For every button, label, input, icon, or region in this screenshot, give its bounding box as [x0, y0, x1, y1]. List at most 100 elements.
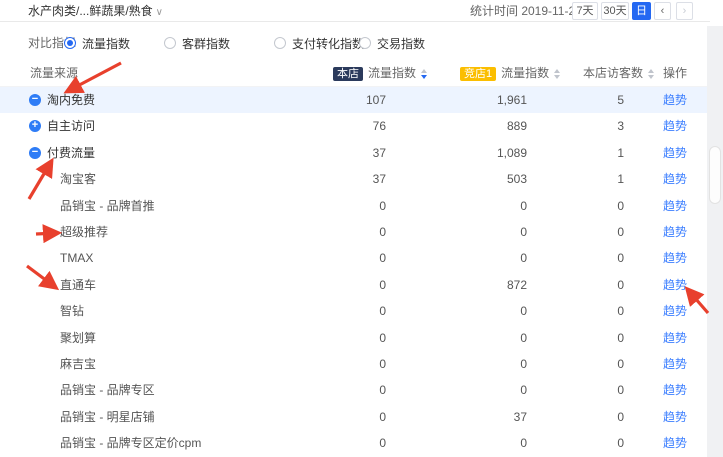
table-row[interactable]: − 付费流量 37 1,089 1 趋势 — [0, 140, 707, 166]
own-index-value: 0 — [379, 377, 386, 403]
trend-link[interactable]: 趋势 — [663, 245, 687, 271]
own-index-value: 0 — [379, 430, 386, 456]
trend-link[interactable]: 趋势 — [663, 219, 687, 245]
own-index-value: 0 — [379, 245, 386, 271]
own-index-value: 37 — [373, 166, 386, 192]
radio-icon[interactable] — [359, 37, 371, 49]
row-label: 付费流量 — [47, 140, 95, 166]
row-label: 智钻 — [60, 298, 84, 324]
row-label: 淘内免费 — [47, 87, 95, 113]
row-label: 直通车 — [60, 272, 96, 298]
collapse-icon[interactable]: − — [29, 94, 41, 106]
comp-index-value: 872 — [507, 272, 527, 298]
stat-time-label: 统计时间 2019-11-21 — [470, 0, 582, 22]
trend-link[interactable]: 趋势 — [663, 325, 687, 351]
radio-icon[interactable] — [274, 37, 286, 49]
table-row[interactable]: 品销宝 - 品牌专区定价cpm 0 0 0 趋势 — [0, 430, 707, 456]
table-row[interactable]: 品销宝 - 品牌专区 0 0 0 趋势 — [0, 377, 707, 403]
trend-link[interactable]: 趋势 — [663, 140, 687, 166]
radio-label: 交易指数 — [377, 35, 425, 52]
visitors-value: 0 — [617, 404, 624, 430]
own-index-value: 0 — [379, 325, 386, 351]
row-label: 品销宝 - 品牌专区定价cpm — [60, 430, 201, 456]
col-header-visitors: 本店访客数 — [583, 60, 654, 87]
visitors-value: 0 — [617, 351, 624, 377]
sort-comp-index[interactable] — [554, 69, 560, 79]
row-label: 品销宝 - 明星店铺 — [60, 404, 155, 430]
own-index-value: 0 — [379, 298, 386, 324]
visitors-value: 0 — [617, 245, 624, 271]
table-row[interactable]: 淘宝客 37 503 1 趋势 — [0, 166, 707, 192]
radio-pay-conversion-index[interactable]: 支付转化指数 — [274, 31, 364, 55]
sort-own-index[interactable] — [421, 69, 427, 79]
comp-index-value: 889 — [507, 113, 527, 139]
category-selector[interactable]: 水产肉类/...鲜蔬果/熟食∨ — [28, 0, 163, 22]
own-shop-badge: 本店 — [333, 67, 363, 81]
visitors-value: 0 — [617, 377, 624, 403]
col-header-label: 本店访客数 — [583, 60, 643, 87]
trend-link[interactable]: 趋势 — [663, 430, 687, 456]
comp-index-value: 0 — [520, 377, 527, 403]
prev-day-button[interactable]: ‹ — [654, 2, 671, 20]
collapse-icon[interactable]: − — [29, 147, 41, 159]
own-index-value: 0 — [379, 219, 386, 245]
row-label: 品销宝 - 品牌首推 — [60, 193, 155, 219]
table-row[interactable]: 超级推荐 0 0 0 趋势 — [0, 219, 707, 245]
row-label: TMAX — [60, 245, 93, 271]
comp-index-value: 0 — [520, 430, 527, 456]
vertical-scrollbar-thumb[interactable] — [709, 146, 721, 204]
trend-link[interactable]: 趋势 — [663, 87, 687, 113]
radio-trade-index[interactable]: 交易指数 — [359, 31, 425, 55]
comp-index-value: 0 — [520, 325, 527, 351]
row-label: 聚划算 — [60, 325, 96, 351]
trend-link[interactable]: 趋势 — [663, 404, 687, 430]
radio-traffic-index[interactable]: 流量指数 — [64, 31, 130, 55]
range-30d-button[interactable]: 30天 — [601, 2, 629, 20]
radio-icon[interactable] — [64, 37, 76, 49]
radio-label: 客群指数 — [182, 35, 230, 52]
table-row[interactable]: 麻吉宝 0 0 0 趋势 — [0, 351, 707, 377]
visitors-value: 0 — [617, 298, 624, 324]
table-row[interactable]: 直通车 0 872 0 趋势 — [0, 272, 707, 298]
range-day-button[interactable]: 日 — [632, 2, 651, 20]
comp-index-value: 0 — [520, 193, 527, 219]
expand-icon[interactable]: + — [29, 120, 41, 132]
trend-link[interactable]: 趋势 — [663, 166, 687, 192]
comp-index-value: 503 — [507, 166, 527, 192]
comp-index-value: 0 — [520, 219, 527, 245]
table-row[interactable]: 品销宝 - 明星店铺 0 37 0 趋势 — [0, 404, 707, 430]
trend-link[interactable]: 趋势 — [663, 113, 687, 139]
next-day-button[interactable]: › — [676, 2, 693, 20]
table-row[interactable]: + 自主访问 76 889 3 趋势 — [0, 113, 707, 139]
trend-link[interactable]: 趋势 — [663, 272, 687, 298]
table-row[interactable]: 聚划算 0 0 0 趋势 — [0, 325, 707, 351]
trend-link[interactable]: 趋势 — [663, 351, 687, 377]
visitors-value: 5 — [617, 87, 624, 113]
trend-link[interactable]: 趋势 — [663, 193, 687, 219]
visitors-value: 3 — [617, 113, 624, 139]
table-row[interactable]: 智钻 0 0 0 趋势 — [0, 298, 707, 324]
table-row[interactable]: 品销宝 - 品牌首推 0 0 0 趋势 — [0, 193, 707, 219]
table-row[interactable]: TMAX 0 0 0 趋势 — [0, 245, 707, 271]
trend-link[interactable]: 趋势 — [663, 298, 687, 324]
range-7d-button[interactable]: 7天 — [572, 2, 598, 20]
row-label: 淘宝客 — [60, 166, 96, 192]
breadcrumb: 水产肉类/...鲜蔬果/熟食 — [28, 4, 153, 18]
visitors-value: 0 — [617, 272, 624, 298]
own-index-value: 0 — [379, 193, 386, 219]
radio-label: 支付转化指数 — [292, 35, 364, 52]
comp-index-value: 0 — [520, 298, 527, 324]
own-index-value: 107 — [366, 87, 386, 113]
col-header-label: 流量指数 — [368, 60, 416, 87]
sort-visitors[interactable] — [648, 69, 654, 79]
col-header-own-traffic-index: 本店 流量指数 — [333, 60, 427, 87]
row-label: 超级推荐 — [60, 219, 108, 245]
own-index-value: 37 — [373, 140, 386, 166]
trend-link[interactable]: 趋势 — [663, 377, 687, 403]
competitor-badge: 竞店1 — [460, 67, 496, 81]
visitors-value: 1 — [617, 166, 624, 192]
visitors-value: 0 — [617, 430, 624, 456]
table-row[interactable]: − 淘内免费 107 1,961 5 趋势 — [0, 87, 707, 113]
radio-customer-index[interactable]: 客群指数 — [164, 31, 230, 55]
radio-icon[interactable] — [164, 37, 176, 49]
